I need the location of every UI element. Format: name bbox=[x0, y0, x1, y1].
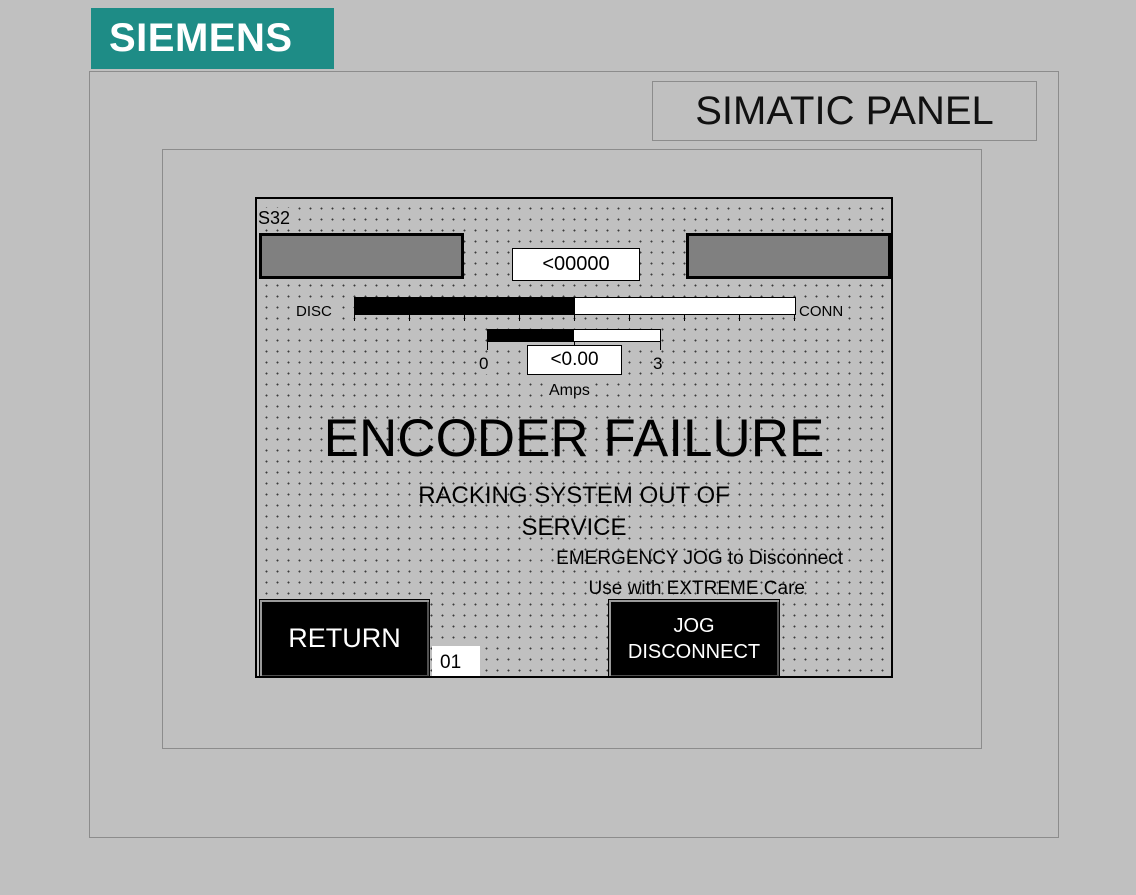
position-bar-scale bbox=[354, 315, 796, 321]
current-unit-label: Amps bbox=[549, 382, 590, 400]
disc-label: DISC bbox=[294, 303, 334, 321]
current-scale-min: 0 bbox=[479, 354, 489, 374]
current-bar-fill bbox=[488, 330, 574, 341]
position-bar-fill bbox=[355, 298, 575, 314]
alarm-subtitle-line2: SERVICE bbox=[521, 514, 627, 541]
hmi-screen: S32 <00000 DISC CONN 0 <0.00 3 Amps ENCO… bbox=[255, 197, 893, 678]
screen-number-field: 01 bbox=[432, 646, 480, 676]
current-bar bbox=[487, 329, 661, 342]
jog-disconnect-button[interactable]: JOG DISCONNECT bbox=[608, 599, 780, 676]
left-status-indicator bbox=[259, 233, 464, 279]
current-scale-max: 3 bbox=[653, 354, 663, 374]
simatic-panel-label: SIMATIC PANEL bbox=[652, 81, 1037, 141]
conn-label: CONN bbox=[797, 303, 846, 321]
jog-button-line1: JOG bbox=[673, 614, 715, 637]
screen-id-label: S32 bbox=[258, 208, 293, 228]
position-counter-field: <00000 bbox=[512, 248, 640, 281]
right-status-indicator bbox=[686, 233, 891, 279]
emergency-note-line1: EMERGENCY JOG to Disconnect bbox=[556, 548, 843, 569]
return-button[interactable]: RETURN bbox=[259, 599, 430, 676]
current-value-field: <0.00 bbox=[527, 345, 622, 375]
alarm-subtitle-line1: RACKING SYSTEM OUT OF bbox=[418, 482, 730, 509]
position-bar bbox=[354, 297, 796, 315]
siemens-logo: SIEMENS bbox=[91, 8, 334, 69]
emergency-note-line2: Use with EXTREME Care bbox=[588, 578, 805, 599]
alarm-headline: ENCODER FAILURE bbox=[323, 409, 825, 468]
jog-button-line2: DISCONNECT bbox=[627, 640, 761, 663]
